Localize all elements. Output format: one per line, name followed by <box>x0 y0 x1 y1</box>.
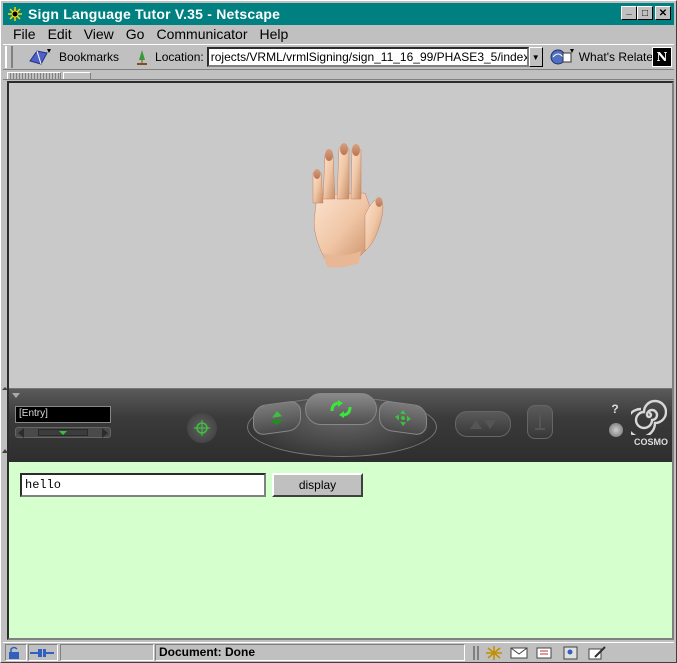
expand-frame-icon[interactable] <box>1 387 9 457</box>
tilt-arrows-icon <box>470 420 496 429</box>
mail-icon[interactable] <box>509 645 529 661</box>
plug-icon <box>30 648 54 657</box>
component-bar-grip[interactable] <box>473 646 479 660</box>
lock-icon <box>9 646 19 659</box>
vrml-viewport[interactable] <box>9 83 672 388</box>
close-icon: ✕ <box>658 7 668 19</box>
viewpoint-list-icon <box>59 431 67 435</box>
menu-view[interactable]: View <box>78 26 120 42</box>
status-bar: Document: Done <box>3 642 674 662</box>
title-bar[interactable]: Sign Language Tutor V.35 - Netscape _ □ … <box>3 3 674 25</box>
whats-related-label: What's Related <box>578 50 660 64</box>
chevron-down-icon: ▼ <box>531 52 540 62</box>
help-icon: ? <box>611 402 619 416</box>
help-button[interactable]: ? <box>607 401 623 417</box>
display-button[interactable]: display <box>272 473 363 497</box>
word-input[interactable]: hello <box>20 473 266 497</box>
viewpoint-field[interactable]: [Entry] <box>15 406 111 423</box>
straighten-button[interactable] <box>527 405 553 439</box>
netscape-app-icon[interactable] <box>6 5 24 23</box>
minimize-icon: _ <box>626 4 632 16</box>
browser-window: Sign Language Tutor V.35 - Netscape _ □ … <box>0 0 677 663</box>
pan-arrows-icon <box>395 410 411 426</box>
status-text: Document: Done <box>159 645 255 659</box>
seek-button[interactable] <box>187 413 217 443</box>
location-icon[interactable] <box>133 48 151 66</box>
next-viewpoint-icon[interactable] <box>102 428 108 438</box>
page-content: [Entry] ? COSMO hello display <box>7 81 674 640</box>
viewpoint-list-button[interactable] <box>38 429 88 436</box>
maximize-icon: □ <box>641 7 649 19</box>
location-dropdown-button[interactable]: ▼ <box>528 47 543 67</box>
personal-toolbar-tab[interactable] <box>63 72 91 79</box>
sign-form: hello display <box>9 462 672 638</box>
navigation-toolbar-tab[interactable] <box>7 72 61 79</box>
cosmo-brand-label: COSMO <box>633 437 668 447</box>
menu-go[interactable]: Go <box>120 26 151 42</box>
menu-bar: File Edit View Go Communicator Help <box>3 25 674 43</box>
tilt-button[interactable] <box>455 411 511 437</box>
address-book-icon[interactable] <box>561 645 581 661</box>
bookmarks-button[interactable]: Bookmarks <box>27 47 119 67</box>
toolbar-tab-strip <box>3 71 674 80</box>
zoom-arrows-icon <box>270 411 284 425</box>
maximize-button[interactable]: □ <box>637 6 653 20</box>
menu-communicator[interactable]: Communicator <box>150 26 253 42</box>
cosmo-player-dashboard: [Entry] ? COSMO <box>9 388 672 462</box>
collapse-dashboard-icon[interactable] <box>11 392 21 400</box>
previous-viewpoint-icon[interactable] <box>18 428 24 438</box>
navigator-icon[interactable] <box>485 645 503 661</box>
rotate-icon <box>330 400 352 418</box>
minimize-button[interactable]: _ <box>621 4 637 20</box>
progress-bar <box>60 644 154 661</box>
hand-model <box>312 143 384 268</box>
rotate-button[interactable] <box>305 393 377 425</box>
location-toolbar: Bookmarks Location: rojects/VRML/vrmlSig… <box>3 44 674 70</box>
menu-file[interactable]: File <box>3 26 42 42</box>
cosmo-spiral-icon <box>631 399 667 435</box>
bookmarks-icon <box>29 49 51 65</box>
window-title: Sign Language Tutor V.35 - Netscape <box>28 6 281 22</box>
toolbar-grip[interactable] <box>5 46 13 68</box>
bookmarks-label: Bookmarks <box>59 50 120 64</box>
left-frame-arrows <box>1 387 9 460</box>
newsgroups-icon[interactable] <box>535 645 555 661</box>
location-label: Location: <box>155 50 204 64</box>
netscape-logo[interactable]: N <box>652 47 672 67</box>
whats-related-icon <box>550 49 574 65</box>
menu-edit[interactable]: Edit <box>42 26 78 42</box>
seek-target-icon <box>194 420 210 436</box>
preferences-button[interactable] <box>609 423 623 437</box>
menu-help[interactable]: Help <box>254 26 295 42</box>
viewpoint-selector[interactable] <box>15 427 111 438</box>
whats-related-button[interactable]: What's Related <box>549 47 660 67</box>
component-bar <box>469 644 672 662</box>
straighten-icon <box>535 413 545 430</box>
security-indicator[interactable] <box>5 644 27 661</box>
composer-icon[interactable] <box>587 645 607 661</box>
close-button[interactable]: ✕ <box>655 6 671 20</box>
connection-indicator[interactable] <box>28 644 58 661</box>
location-field[interactable]: rojects/VRML/vrmlSigning/sign_11_16_99/P… <box>206 47 529 67</box>
